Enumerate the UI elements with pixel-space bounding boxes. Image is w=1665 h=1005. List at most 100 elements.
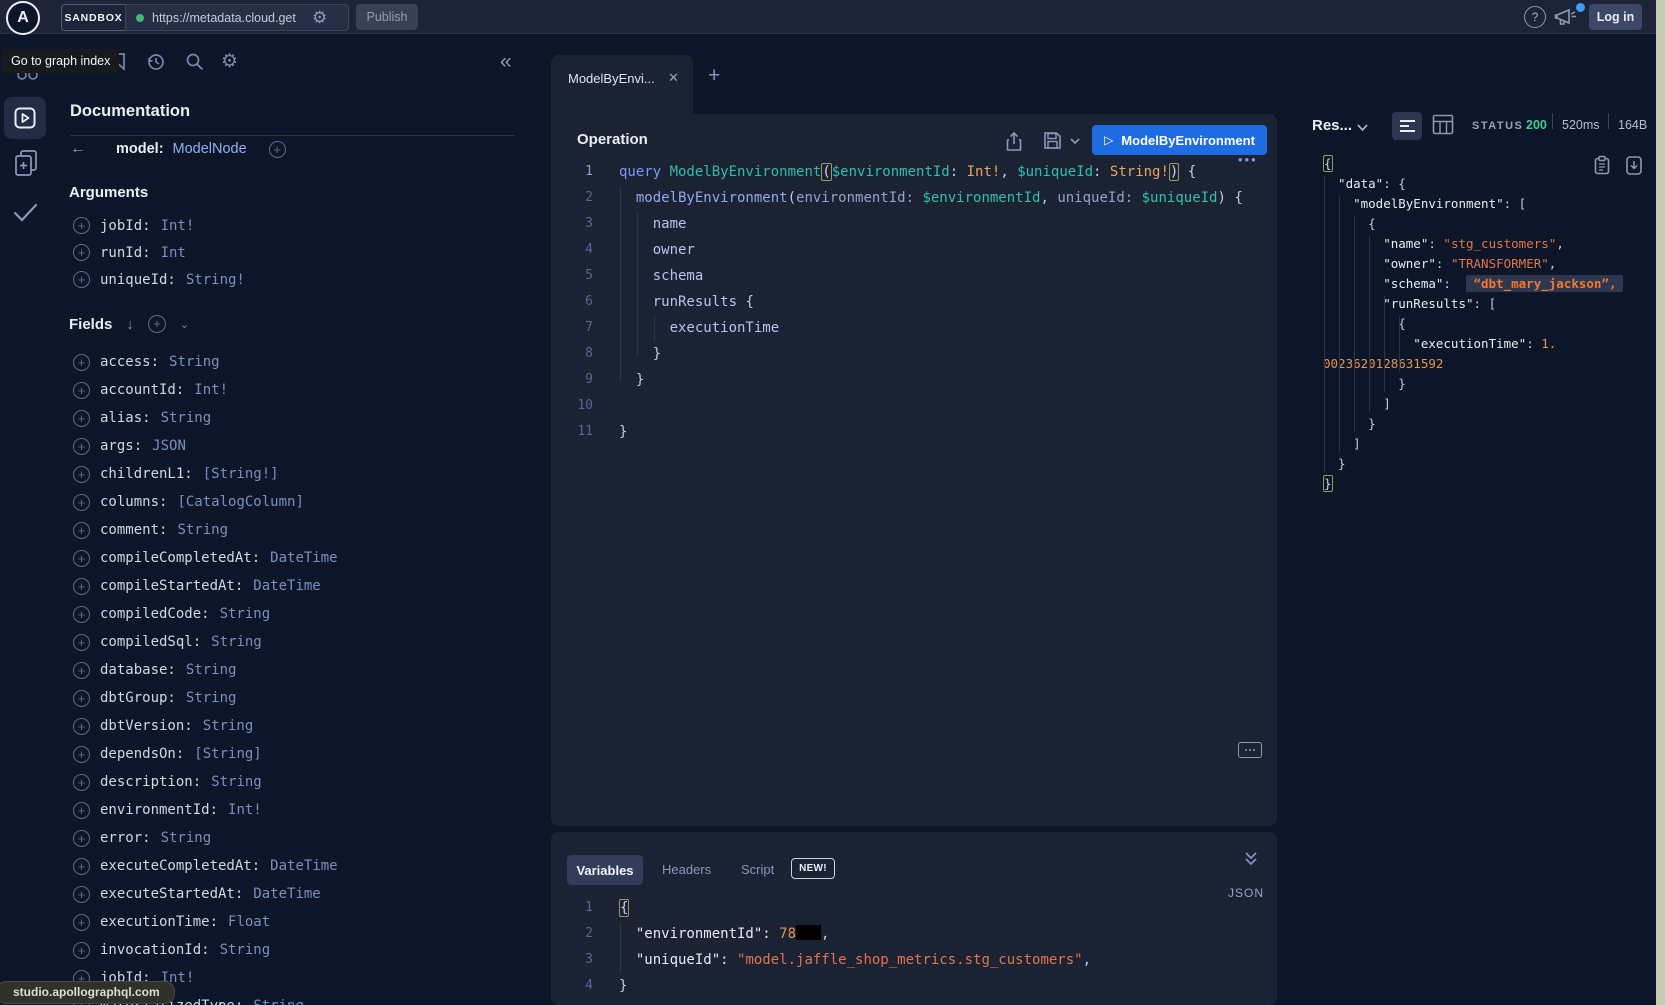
add-field-icon[interactable]: + xyxy=(73,217,90,234)
add-field-icon[interactable]: + xyxy=(73,578,90,595)
field-type-link[interactable]: String xyxy=(220,942,271,958)
field-type-link[interactable]: String! xyxy=(186,272,245,288)
search-icon[interactable] xyxy=(185,52,204,71)
collapse-variables-icon[interactable] xyxy=(1243,850,1259,867)
field-type-link[interactable]: String xyxy=(186,662,237,678)
schema-field-row[interactable]: +jobId:Int! xyxy=(73,212,245,239)
field-type-link[interactable]: JSON xyxy=(152,438,186,454)
field-type-link[interactable]: String xyxy=(220,606,271,622)
field-type-link[interactable]: String xyxy=(253,998,304,1005)
add-field-icon[interactable]: + xyxy=(73,382,90,399)
schema-field-row[interactable]: +compileStartedAt:DateTime xyxy=(73,572,338,600)
field-type-link[interactable]: Int! xyxy=(228,802,262,818)
schema-field-row[interactable]: +uniqueId:String! xyxy=(73,266,245,293)
operation-editor[interactable]: query ModelByEnvironment($environmentId:… xyxy=(619,159,1243,445)
schema-field-row[interactable]: +database:String xyxy=(73,656,338,684)
field-type-link[interactable]: DateTime xyxy=(253,578,320,594)
add-field-icon[interactable]: + xyxy=(73,858,90,875)
schema-field-row[interactable]: +dependsOn:[String] xyxy=(73,740,338,768)
schema-field-row[interactable]: +invocationId:String xyxy=(73,936,338,964)
schema-field-row[interactable]: +executeCompletedAt:DateTime xyxy=(73,852,338,880)
schema-field-row[interactable]: +accountId:Int! xyxy=(73,376,338,404)
schema-field-row[interactable]: +compiledCode:String xyxy=(73,600,338,628)
add-fields-icon[interactable]: + xyxy=(148,315,166,333)
publish-button[interactable]: Publish xyxy=(356,4,418,30)
add-field-icon[interactable]: + xyxy=(73,914,90,931)
add-field-icon[interactable]: + xyxy=(73,354,90,371)
schema-field-row[interactable]: +dbtGroup:String xyxy=(73,684,338,712)
add-field-icon[interactable]: + xyxy=(73,494,90,511)
add-field-icon[interactable]: + xyxy=(73,466,90,483)
schema-field-row[interactable]: +comment:String xyxy=(73,516,338,544)
schema-field-row[interactable]: +runId:Int xyxy=(73,239,245,266)
collapse-panel-icon[interactable]: « xyxy=(500,50,512,74)
field-type-link[interactable]: Int! xyxy=(161,218,195,234)
add-field-icon[interactable]: + xyxy=(73,718,90,735)
field-type-link[interactable]: DateTime xyxy=(253,886,320,902)
tab-script[interactable]: Script xyxy=(741,862,774,877)
connection-settings-gear-icon[interactable]: ⚙ xyxy=(312,8,327,28)
tab-headers[interactable]: Headers xyxy=(662,862,711,877)
fields-options-chevron-icon[interactable]: ⌄ xyxy=(180,318,189,331)
schema-nav-item[interactable] xyxy=(13,149,40,178)
schema-field-row[interactable]: +args:JSON xyxy=(73,432,338,460)
save-options-chevron-icon[interactable] xyxy=(1069,137,1081,145)
history-icon[interactable] xyxy=(146,52,165,71)
add-field-icon[interactable]: + xyxy=(73,271,90,288)
field-type-link[interactable]: String xyxy=(177,522,228,538)
keyboard-shortcuts-icon[interactable] xyxy=(1238,742,1262,758)
sort-fields-icon[interactable]: ↓ xyxy=(126,316,134,333)
field-type-link[interactable]: String xyxy=(169,354,220,370)
field-type-link[interactable]: String xyxy=(161,830,212,846)
add-field-icon[interactable]: + xyxy=(73,522,90,539)
add-field-icon[interactable]: + xyxy=(73,606,90,623)
add-field-icon[interactable]: + xyxy=(73,774,90,791)
schema-field-row[interactable]: +environmentId:Int! xyxy=(73,796,338,824)
schema-field-row[interactable]: +compileCompletedAt:DateTime xyxy=(73,544,338,572)
schema-field-row[interactable]: +columns:[CatalogColumn] xyxy=(73,488,338,516)
field-type-link[interactable]: Float xyxy=(228,914,270,930)
endpoint-url-input[interactable]: https://metadata.cloud.get ⚙ xyxy=(125,4,349,31)
doc-field-type-link[interactable]: ModelNode xyxy=(173,141,247,157)
announcements-megaphone-icon[interactable] xyxy=(1554,8,1578,27)
add-field-icon[interactable]: + xyxy=(73,942,90,959)
field-type-link[interactable]: [CatalogColumn] xyxy=(177,494,303,510)
add-field-icon[interactable]: + xyxy=(73,410,90,427)
add-field-icon[interactable]: + xyxy=(73,690,90,707)
field-type-link[interactable]: [String!] xyxy=(203,466,279,482)
add-field-icon[interactable]: + xyxy=(73,438,90,455)
run-operation-button[interactable]: ▷ ModelByEnvironment xyxy=(1092,125,1267,155)
add-field-icon[interactable]: + xyxy=(73,802,90,819)
help-icon[interactable]: ? xyxy=(1524,6,1546,28)
add-field-icon[interactable]: + xyxy=(73,244,90,261)
login-button[interactable]: Log in xyxy=(1589,4,1642,30)
save-operation-icon[interactable] xyxy=(1043,131,1062,150)
add-field-icon[interactable]: + xyxy=(73,886,90,903)
schema-field-row[interactable]: +access:String xyxy=(73,348,338,376)
response-table-view-icon[interactable] xyxy=(1432,114,1454,135)
apollo-logo-icon[interactable]: A xyxy=(6,1,40,35)
schema-field-row[interactable]: +compiledSql:String xyxy=(73,628,338,656)
field-type-link[interactable]: Int xyxy=(161,245,186,261)
schema-field-row[interactable]: +childrenL1:[String!] xyxy=(73,460,338,488)
add-field-icon[interactable]: + xyxy=(73,746,90,763)
field-type-link[interactable]: String xyxy=(211,774,262,790)
field-type-link[interactable]: [String] xyxy=(194,746,261,762)
add-all-fields-icon[interactable]: + xyxy=(269,141,286,158)
schema-field-row[interactable]: +executeStartedAt:DateTime xyxy=(73,880,338,908)
schema-field-row[interactable]: +error:String xyxy=(73,824,338,852)
add-field-icon[interactable]: + xyxy=(73,662,90,679)
close-tab-icon[interactable]: ✕ xyxy=(668,70,679,86)
schema-field-row[interactable]: +description:String xyxy=(73,768,338,796)
schema-field-row[interactable]: +dbtVersion:String xyxy=(73,712,338,740)
field-type-link[interactable]: String xyxy=(161,410,212,426)
field-type-link[interactable]: String xyxy=(211,634,262,650)
response-json-view-button[interactable] xyxy=(1392,112,1422,140)
response-options-chevron-icon[interactable] xyxy=(1356,123,1369,132)
field-type-link[interactable]: Int! xyxy=(194,382,228,398)
new-tab-button[interactable]: + xyxy=(708,64,720,88)
back-arrow-icon[interactable]: ← xyxy=(70,140,86,158)
add-field-icon[interactable]: + xyxy=(73,634,90,651)
add-field-icon[interactable]: + xyxy=(73,550,90,567)
field-type-link[interactable]: String xyxy=(186,690,237,706)
